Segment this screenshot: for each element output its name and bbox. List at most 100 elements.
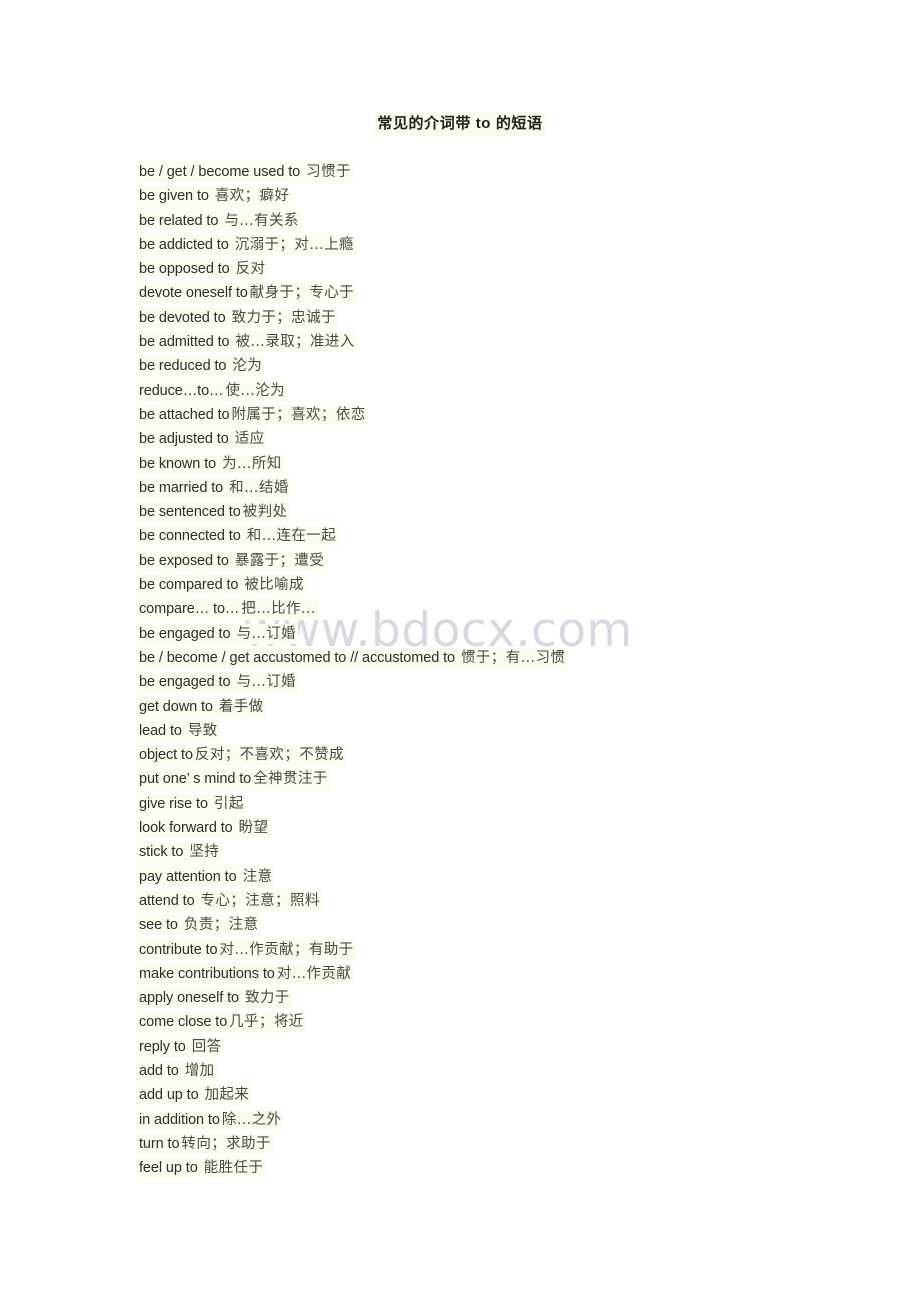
phrase-row: contribute to 对…作贡献；有助于 bbox=[137, 938, 837, 962]
phrase-english: come close to bbox=[139, 1014, 228, 1031]
phrase-english: be attached to bbox=[139, 406, 230, 423]
phrase-english: be addicted to bbox=[139, 236, 229, 253]
phrase-row: stick to 坚持 bbox=[137, 840, 837, 864]
phrase-highlight: contribute to 对…作贡献；有助于 bbox=[137, 939, 356, 960]
phrase-highlight: in addition to 除…之外 bbox=[137, 1109, 284, 1130]
phrase-chinese: 和…结婚 bbox=[229, 479, 289, 496]
phrase-chinese: 全神贯注于 bbox=[253, 771, 328, 788]
phrase-row: be addicted to 沉溺于；对…上瘾 bbox=[137, 233, 837, 257]
phrase-highlight: be related to 与…有关系 bbox=[137, 210, 301, 231]
phrase-row: be engaged to 与…订婚 bbox=[137, 670, 837, 694]
phrase-highlight: object to 反对；不喜欢；不赞成 bbox=[137, 745, 346, 766]
phrase-english: be related to bbox=[139, 212, 219, 229]
phrase-english: be connected to bbox=[139, 528, 241, 545]
phrase-chinese: 除…之外 bbox=[221, 1111, 282, 1128]
phrase-chinese: 把…比作… bbox=[241, 601, 316, 618]
phrase-chinese: 对…作贡献；有助于 bbox=[219, 941, 354, 958]
phrase-english: reduce…to… bbox=[139, 382, 224, 399]
phrase-english: be engaged to bbox=[139, 625, 231, 642]
phrase-highlight: put one’ s mind to 全神贯注于 bbox=[137, 769, 330, 790]
phrase-english: contribute to bbox=[139, 941, 218, 958]
phrase-row: be known to 为…所知 bbox=[137, 452, 837, 476]
document-page: www.bdocx.com 常见的介词带 to 的短语 be / get / b… bbox=[0, 0, 920, 1302]
phrase-highlight: make contributions to 对…作贡献 bbox=[137, 963, 354, 984]
phrase-chinese: 致力于；忠诚于 bbox=[231, 309, 336, 326]
phrase-row: add to 增加 bbox=[137, 1059, 837, 1083]
phrase-chinese: 反对；不喜欢；不赞成 bbox=[194, 747, 344, 764]
phrase-english: be / become / get accustomed to // accus… bbox=[139, 649, 455, 666]
phrase-row: be reduced to 沦为 bbox=[137, 354, 837, 378]
phrase-row: in addition to 除…之外 bbox=[137, 1108, 837, 1132]
phrase-list: be / get / become used to 习惯于 be given to 喜… bbox=[137, 160, 837, 1180]
phrase-highlight: stick to 坚持 bbox=[137, 842, 222, 863]
phrase-row: give rise to 引起 bbox=[137, 792, 837, 816]
phrase-chinese: 适应 bbox=[234, 431, 265, 448]
phrase-row: add up to 加起来 bbox=[137, 1083, 837, 1107]
phrase-highlight: be attached to 附属于；喜欢；依恋 bbox=[137, 404, 368, 425]
phrase-row: be devoted to 致力于；忠诚于 bbox=[137, 306, 837, 330]
phrase-english: be / get / become used to bbox=[139, 164, 301, 180]
phrase-highlight: be married to 和…结婚 bbox=[137, 477, 291, 498]
phrase-row: turn to 转向；求助于 bbox=[137, 1132, 837, 1156]
phrase-chinese: 导致 bbox=[187, 722, 218, 739]
phrase-chinese: 与…订婚 bbox=[236, 674, 297, 691]
phrase-chinese: 坚持 bbox=[189, 844, 220, 861]
phrase-row: pay attention to 注意 bbox=[137, 865, 837, 889]
phrase-highlight: attend to 专心；注意；照料 bbox=[137, 890, 322, 911]
phrase-highlight: add to 增加 bbox=[137, 1060, 217, 1081]
phrase-row: be given to 喜欢；癖好 bbox=[137, 184, 837, 208]
phrase-row: see to 负责；注意 bbox=[137, 913, 837, 937]
phrase-chinese: 能胜任于 bbox=[203, 1160, 264, 1177]
phrase-row: reply to 回答 bbox=[137, 1035, 837, 1059]
phrase-highlight: lead to 导致 bbox=[137, 720, 220, 741]
phrase-highlight: be / get / become used to 习惯于 bbox=[137, 162, 353, 182]
phrase-highlight: reply to 回答 bbox=[137, 1036, 224, 1057]
phrase-highlight: get down to 着手做 bbox=[137, 696, 266, 717]
phrase-english: lead to bbox=[139, 722, 182, 739]
phrase-highlight: add up to 加起来 bbox=[137, 1085, 252, 1106]
phrase-highlight: see to 负责；注意 bbox=[137, 915, 261, 936]
phrase-english: be admitted to bbox=[139, 334, 230, 351]
phrase-highlight: be exposed to 暴露于；遭受 bbox=[137, 550, 327, 571]
phrase-chinese: 沦为 bbox=[232, 358, 263, 375]
phrase-highlight: be addicted to 沉溺于；对…上瘾 bbox=[137, 234, 356, 255]
phrase-highlight: devote oneself to 献身于；专心于 bbox=[137, 283, 357, 304]
phrase-chinese: 对…作贡献 bbox=[276, 965, 352, 982]
phrase-english: be sentenced to bbox=[139, 504, 241, 521]
phrase-english: add to bbox=[139, 1062, 179, 1079]
phrase-highlight: turn to 转向；求助于 bbox=[137, 1133, 273, 1154]
phrase-chinese: 负责；注意 bbox=[183, 917, 259, 934]
phrase-highlight: be admitted to 被…录取；准进入 bbox=[137, 332, 357, 353]
phrase-chinese: 附属于；喜欢；依恋 bbox=[231, 406, 366, 423]
phrase-english: feel up to bbox=[139, 1160, 198, 1177]
phrase-highlight: give rise to 引起 bbox=[137, 793, 246, 814]
phrase-chinese: 习惯于 bbox=[306, 164, 351, 180]
phrase-chinese: 转向；求助于 bbox=[181, 1135, 271, 1152]
phrase-row: attend to 专心；注意；照料 bbox=[137, 889, 837, 913]
phrase-chinese: 献身于；专心于 bbox=[249, 285, 355, 302]
phrase-row: make contributions to 对…作贡献 bbox=[137, 962, 837, 986]
phrase-chinese: 被…录取；准进入 bbox=[235, 334, 355, 351]
phrase-chinese: 回答 bbox=[191, 1038, 222, 1055]
phrase-chinese: 使…沦为 bbox=[225, 382, 286, 399]
phrase-english: attend to bbox=[139, 892, 195, 909]
phrase-row: put one’ s mind to 全神贯注于 bbox=[137, 767, 837, 791]
phrase-highlight: be given to 喜欢；癖好 bbox=[137, 186, 292, 207]
phrase-english: turn to bbox=[139, 1135, 180, 1152]
phrase-chinese: 致力于 bbox=[244, 990, 290, 1007]
phrase-highlight: be opposed to 反对 bbox=[137, 259, 268, 280]
phrase-english: see to bbox=[139, 917, 178, 934]
phrase-chinese: 沉溺于；对…上瘾 bbox=[234, 236, 354, 253]
phrase-row: be exposed to 暴露于；遭受 bbox=[137, 549, 837, 573]
phrase-chinese: 盼望 bbox=[238, 820, 269, 837]
phrase-chinese: 专心；注意；照料 bbox=[200, 892, 320, 909]
phrase-chinese: 反对 bbox=[235, 261, 266, 278]
phrase-row: be connected to 和…连在一起 bbox=[137, 524, 837, 548]
phrase-english: get down to bbox=[139, 698, 213, 715]
phrase-row: be related to 与…有关系 bbox=[137, 209, 837, 233]
phrase-highlight: feel up to 能胜任于 bbox=[137, 1158, 266, 1179]
phrase-english: compare… to… bbox=[139, 601, 240, 618]
phrase-row: object to 反对；不喜欢；不赞成 bbox=[137, 743, 837, 767]
phrase-chinese: 和…连在一起 bbox=[246, 528, 337, 545]
phrase-row: feel up to 能胜任于 bbox=[137, 1156, 837, 1180]
